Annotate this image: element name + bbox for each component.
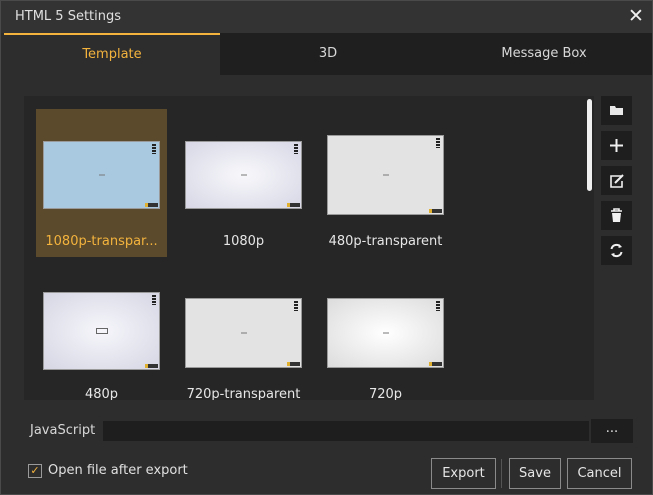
trash-icon bbox=[611, 208, 622, 222]
open-folder-button[interactable] bbox=[601, 96, 632, 125]
tab-3d[interactable]: 3D bbox=[220, 33, 436, 75]
title-bar: HTML 5 Settings ✕ bbox=[1, 1, 652, 33]
template-gallery: 1080p-transpar... 1080p 480p-transparent… bbox=[24, 96, 594, 400]
save-button[interactable]: Save bbox=[509, 458, 561, 489]
template-tile[interactable]: 480p-transparent bbox=[320, 109, 451, 257]
refresh-templates-button[interactable] bbox=[601, 236, 632, 265]
javascript-label: JavaScript bbox=[30, 423, 96, 438]
template-label: 480p-transparent bbox=[328, 234, 443, 249]
template-label: 720p-transparent bbox=[186, 387, 301, 400]
folder-icon bbox=[610, 106, 623, 115]
template-label: 1080p bbox=[222, 234, 265, 249]
edit-template-button[interactable] bbox=[601, 166, 632, 195]
button-divider bbox=[501, 459, 502, 488]
template-tile[interactable]: 720p bbox=[320, 262, 451, 400]
template-tile[interactable]: 720p-transparent bbox=[178, 262, 309, 400]
add-template-button[interactable] bbox=[601, 131, 632, 160]
tab-message-box[interactable]: Message Box bbox=[436, 33, 652, 75]
close-icon[interactable]: ✕ bbox=[626, 6, 646, 26]
refresh-icon bbox=[610, 243, 623, 258]
tab-template[interactable]: Template bbox=[4, 33, 220, 75]
delete-template-button[interactable] bbox=[601, 201, 632, 230]
template-label: 1080p-transpar... bbox=[45, 234, 158, 249]
template-tile[interactable]: 1080p bbox=[178, 109, 309, 257]
open-after-export-checkbox[interactable]: ✓ bbox=[28, 464, 42, 478]
template-thumbnail bbox=[43, 292, 160, 370]
template-tile[interactable]: 480p bbox=[36, 262, 167, 400]
template-thumbnail bbox=[43, 141, 160, 209]
template-thumbnail bbox=[185, 141, 302, 209]
open-after-export-label: Open file after export bbox=[48, 463, 188, 478]
gallery-scrollbar-thumb[interactable] bbox=[587, 99, 592, 191]
add-icon bbox=[610, 139, 623, 152]
export-button[interactable]: Export bbox=[431, 458, 496, 489]
edit-icon bbox=[610, 174, 624, 188]
template-thumbnail bbox=[327, 298, 444, 368]
template-thumbnail bbox=[185, 298, 302, 368]
javascript-input[interactable] bbox=[103, 421, 589, 441]
template-label: 720p bbox=[368, 387, 403, 400]
cancel-button[interactable]: Cancel bbox=[567, 458, 632, 489]
window-title: HTML 5 Settings bbox=[15, 9, 122, 24]
html5-settings-dialog: HTML 5 Settings ✕ Template 3D Message Bo… bbox=[0, 0, 653, 495]
tab-bar: Template 3D Message Box bbox=[4, 33, 652, 75]
template-thumbnail bbox=[327, 135, 444, 215]
template-label: 480p bbox=[84, 387, 119, 400]
browse-javascript-button[interactable]: ... bbox=[591, 419, 633, 443]
template-tile[interactable]: 1080p-transpar... bbox=[36, 109, 167, 257]
